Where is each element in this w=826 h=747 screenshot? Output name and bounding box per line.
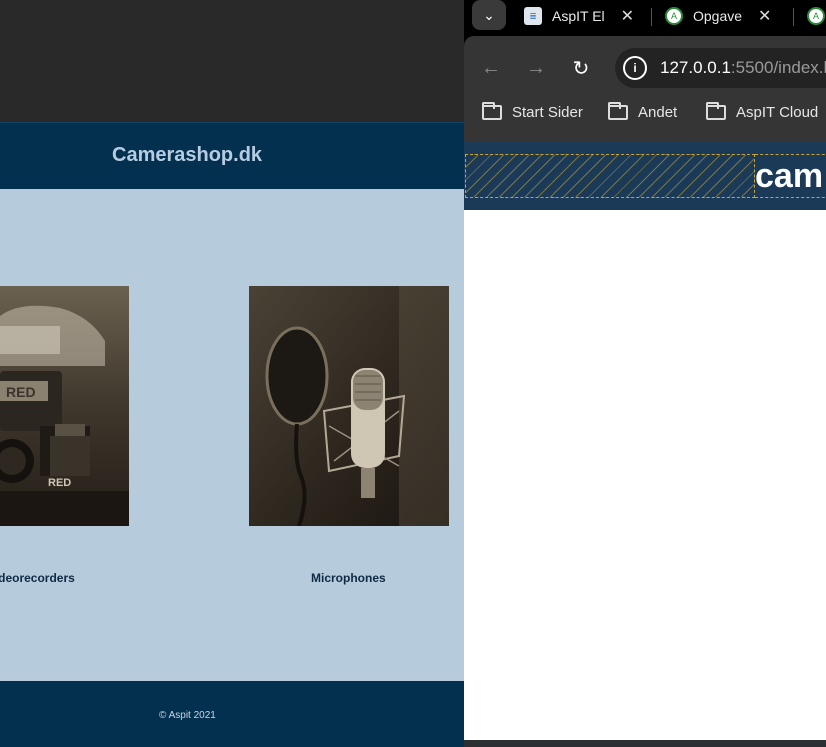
url-path: :5500/index.h [730, 58, 826, 77]
close-icon[interactable]: ✕ [621, 6, 634, 26]
folder-icon [608, 102, 628, 120]
bookmark-andet[interactable]: Andet [608, 102, 678, 121]
tab-strip [464, 0, 826, 36]
browser-window-right: ⌄ ≣ AspIT El ✕ A Opgave ✕ A ← → ↻ i 127.… [464, 0, 826, 747]
aspit-icon: A [665, 7, 683, 25]
chevron-down-icon: ⌄ [483, 6, 495, 23]
tab-separator [793, 8, 794, 26]
microphones-caption[interactable]: Microphones [311, 571, 386, 585]
camerashop-page-left: Camerashop.dk RED RED deorecorders Micro… [0, 0, 464, 747]
forward-arrow-icon[interactable]: → [524, 56, 548, 80]
tab-opgave[interactable]: A Opgave ✕ [665, 4, 771, 28]
window-bottom-edge [464, 740, 826, 747]
tab-search-button[interactable]: ⌄ [472, 0, 506, 30]
tab-aspit-el[interactable]: ≣ AspIT El ✕ [524, 4, 634, 28]
close-icon[interactable]: ✕ [758, 6, 771, 26]
devtools-padding-highlight [465, 154, 755, 198]
bookmark-label: AspIT Cloud [736, 104, 819, 121]
url-host: 127.0.0.1 [660, 58, 731, 77]
tab-separator [651, 8, 652, 26]
aspit-icon: A [807, 7, 825, 25]
reload-icon[interactable]: ↻ [569, 56, 593, 80]
bookmark-label: Start Sider [512, 104, 583, 121]
tab-title: AspIT El [552, 8, 605, 24]
bookmark-aspit-cloud[interactable]: AspIT Cloud [706, 102, 819, 121]
info-icon[interactable]: i [623, 56, 647, 80]
blank-top-area [0, 0, 464, 122]
back-arrow-icon[interactable]: ← [479, 56, 503, 80]
videorecorder-image[interactable]: RED RED [0, 286, 129, 526]
tab-third[interactable]: A [807, 4, 826, 28]
folder-icon [706, 102, 726, 120]
page-body [464, 210, 826, 740]
site-title[interactable]: Camerashop.dk [112, 144, 262, 167]
site-footer [0, 681, 464, 747]
bookmark-start-sider[interactable]: Start Sider [482, 102, 583, 121]
microphone-image[interactable] [249, 286, 449, 526]
folder-icon [482, 102, 502, 120]
document-icon: ≣ [524, 7, 542, 25]
videorecorders-caption[interactable]: Videorecorders [0, 571, 75, 585]
svg-text:RED: RED [48, 477, 71, 489]
svg-text:RED: RED [6, 384, 36, 400]
page-heading[interactable]: cam [755, 154, 823, 198]
bookmark-label: Andet [638, 104, 678, 121]
copyright-text: © Aspit 2021 [159, 710, 216, 721]
url-text[interactable]: 127.0.0.1:5500/index.h [660, 58, 826, 78]
tab-title: Opgave [693, 8, 743, 24]
